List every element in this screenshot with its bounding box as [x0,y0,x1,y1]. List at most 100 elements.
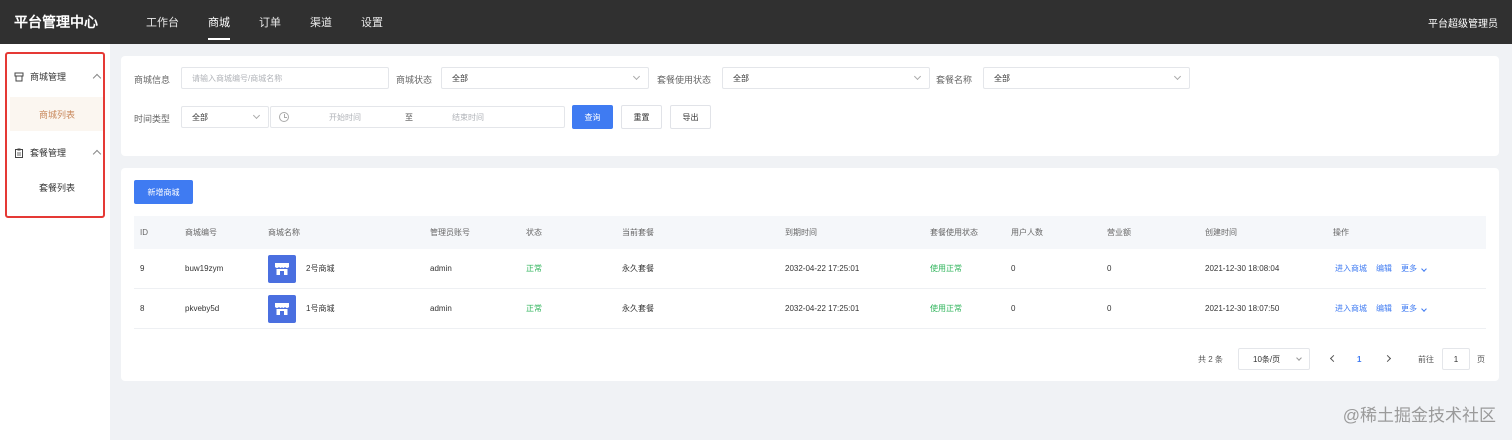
column-header: 当前套餐 [622,228,654,237]
brand-title: 平台管理中心 [14,14,98,30]
shop-logo-icon [268,254,296,283]
column-header: 创建时间 [1205,228,1237,237]
time-type-value: 全部 [192,112,208,122]
package-name-select[interactable]: 全部 [983,67,1190,89]
column-header: 用户人数 [1011,228,1043,237]
menu-group-shop[interactable]: 商城管理 [14,70,102,83]
cell-name: 1号商城 [268,289,334,328]
nav-workbench[interactable]: 工作台 [146,0,179,44]
shop-name: 2号商城 [306,264,335,273]
package-status-select[interactable]: 全部 [722,67,930,89]
edit-link[interactable]: 编辑 [1376,303,1392,314]
goto-page-input[interactable]: 1 [1442,348,1470,370]
page-size-value: 10条/页 [1253,354,1281,364]
clipboard-icon [15,148,23,158]
shop-icon [14,72,24,81]
table-row: 9 buw19zym 2号商城 admin 正常 永久套餐 2032-04-22… [134,249,1486,289]
chevron-down-icon [1421,306,1427,312]
cell-revenue: 0 [1107,304,1112,313]
column-header: 套餐使用状态 [930,228,978,237]
start-time-input[interactable]: 开始时间 [329,112,361,123]
export-button[interactable]: 导出 [670,105,711,129]
time-type-label: 时间类型 [134,114,171,124]
chevron-down-icon [1173,72,1182,81]
column-header: 商城编号 [185,228,217,237]
cell-code: buw19zym [185,264,224,273]
cell-users: 0 [1011,304,1016,313]
cell-package-status: 使用正常 [930,264,962,273]
shop-status-label: 商城状态 [396,75,433,85]
shop-name: 1号商城 [306,304,335,313]
column-header: 营业额 [1107,228,1131,237]
more-label: 更多 [1401,304,1417,313]
top-bar: 平台管理中心 工作台 商城 订单 渠道 设置 平台超级管理员 [0,0,1512,44]
cell-package-status: 使用正常 [930,304,962,313]
cell-status: 正常 [526,264,542,273]
chevron-down-icon [632,72,641,81]
more-dropdown[interactable]: 更多 [1401,263,1427,274]
clock-icon [279,112,289,122]
package-status-label: 套餐使用状态 [657,75,712,85]
cell-id: 8 [140,304,145,313]
shop-status-value: 全部 [452,73,468,83]
table-header: ID 商城编号 商城名称 管理员账号 状态 当前套餐 到期时间 套餐使用状态 用… [134,216,1486,249]
search-button[interactable]: 查询 [572,105,613,129]
add-shop-button[interactable]: 新增商城 [134,180,193,204]
cell-expire: 2032-04-22 17:25:01 [785,264,860,273]
cell-expire: 2032-04-22 17:25:01 [785,304,860,313]
menu-group-label: 套餐管理 [30,148,67,158]
goto-label: 前往 [1418,354,1434,364]
cell-package: 永久套餐 [622,304,654,313]
user-name[interactable]: 平台超级管理员 [1428,15,1498,30]
shop-status-select[interactable]: 全部 [441,67,649,89]
cell-revenue: 0 [1107,264,1112,273]
column-header: 状态 [526,228,542,237]
current-page[interactable]: 1 [1357,348,1361,370]
sidebar-item-shop-list[interactable]: 商城列表 [10,97,104,131]
cell-admin: admin [430,304,452,313]
cell-actions: 进入商城 编辑 更多 [1335,289,1427,328]
package-name-value: 全部 [994,73,1010,83]
chevron-down-icon [1296,355,1302,361]
time-type-select[interactable]: 全部 [181,106,269,128]
date-range-picker[interactable]: 开始时间 至 结束时间 [270,106,565,128]
nav-channels[interactable]: 渠道 [310,0,332,44]
cell-package: 永久套餐 [622,264,654,273]
enter-shop-link[interactable]: 进入商城 [1335,263,1367,274]
watermark: @稀土掘金技术社区 [1342,406,1496,425]
edit-link[interactable]: 编辑 [1376,263,1392,274]
column-header: 操作 [1333,228,1349,237]
cell-created: 2021-12-30 18:08:04 [1205,264,1280,273]
table-row: 8 pkveby5d 1号商城 admin 正常 永久套餐 2032-04-22… [134,289,1486,329]
column-header: ID [140,228,148,237]
column-header: 到期时间 [785,228,817,237]
page-unit: 页 [1477,354,1485,364]
end-time-input[interactable]: 结束时间 [452,112,484,123]
sidebar-item-package-list[interactable]: 套餐列表 [10,170,104,204]
chevron-up-icon [92,149,102,159]
chevron-down-icon [913,72,922,81]
more-dropdown[interactable]: 更多 [1401,303,1427,314]
shop-info-input[interactable]: 请输入商城编号/商城名称 [181,67,389,89]
cell-created: 2021-12-30 18:07:50 [1205,304,1280,313]
top-nav: 工作台 商城 订单 渠道 设置 [146,0,412,44]
menu-group-package[interactable]: 套餐管理 [14,146,102,159]
enter-shop-link[interactable]: 进入商城 [1335,303,1367,314]
menu-group-label: 商城管理 [30,72,67,82]
cell-id: 9 [140,264,145,273]
column-header: 管理员账号 [430,228,470,237]
cell-actions: 进入商城 编辑 更多 [1335,249,1427,288]
chevron-up-icon [92,73,102,83]
nav-orders[interactable]: 订单 [259,0,281,44]
cell-status: 正常 [526,304,542,313]
nav-shop[interactable]: 商城 [208,0,230,44]
page-size-select[interactable]: 10条/页 [1238,348,1310,370]
cell-admin: admin [430,264,452,273]
reset-button[interactable]: 重置 [621,105,662,129]
range-separator: 至 [405,113,413,122]
nav-settings[interactable]: 设置 [361,0,383,44]
chevron-down-icon [252,111,261,120]
shop-info-label: 商城信息 [134,75,171,85]
shop-table: ID 商城编号 商城名称 管理员账号 状态 当前套餐 到期时间 套餐使用状态 用… [134,216,1486,329]
more-label: 更多 [1401,264,1417,273]
